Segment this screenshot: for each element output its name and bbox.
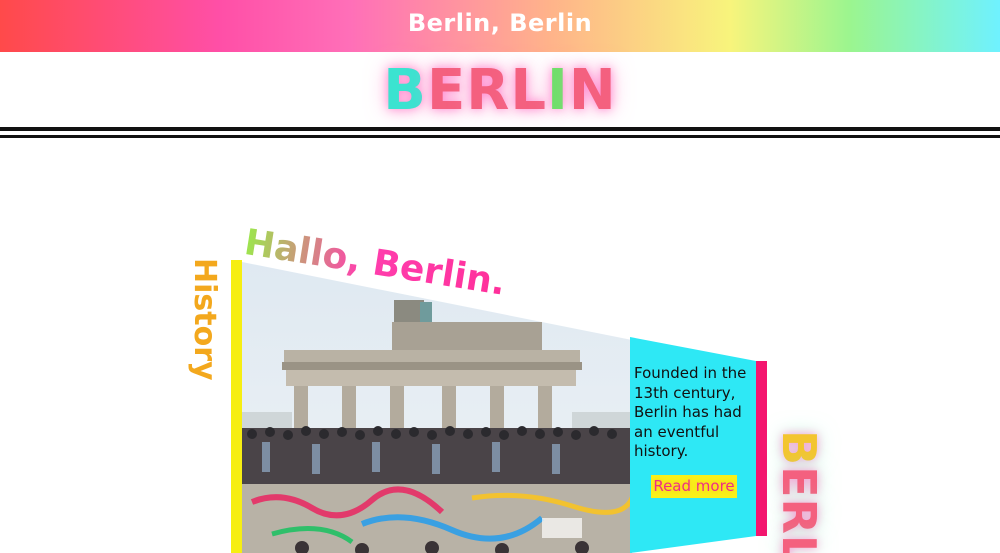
- yellow-accent-bar: [231, 260, 242, 553]
- side-logo-letter-l: L: [772, 534, 826, 553]
- logo-letter-b: B: [383, 58, 427, 123]
- brandenburg-gate-photo: [242, 262, 632, 553]
- logo-letter-i: I: [547, 58, 569, 123]
- divider-line-bottom: [0, 135, 1000, 138]
- pink-accent-bar: [756, 361, 767, 536]
- logo-letter-r: R: [466, 58, 511, 123]
- top-banner: Berlin, Berlin: [0, 0, 1000, 52]
- logo-letter-l: L: [510, 58, 548, 123]
- section-label-history: History: [187, 258, 222, 381]
- side-logo-letter-b: B: [772, 430, 826, 467]
- divider-line-top: [0, 127, 1000, 131]
- side-logo-letter-e: E: [772, 466, 826, 499]
- history-description: Founded in the 13th century, Berlin has …: [634, 364, 747, 460]
- logo-letter-e: E: [426, 58, 467, 123]
- side-berlin-logo: BERL: [772, 430, 826, 553]
- side-logo-letter-r: R: [772, 498, 826, 535]
- site-title[interactable]: Berlin, Berlin: [0, 9, 1000, 37]
- read-more-button[interactable]: Read more: [651, 475, 737, 498]
- berlin-logo: BERLIN: [0, 58, 1000, 124]
- logo-letter-n: N: [568, 58, 617, 123]
